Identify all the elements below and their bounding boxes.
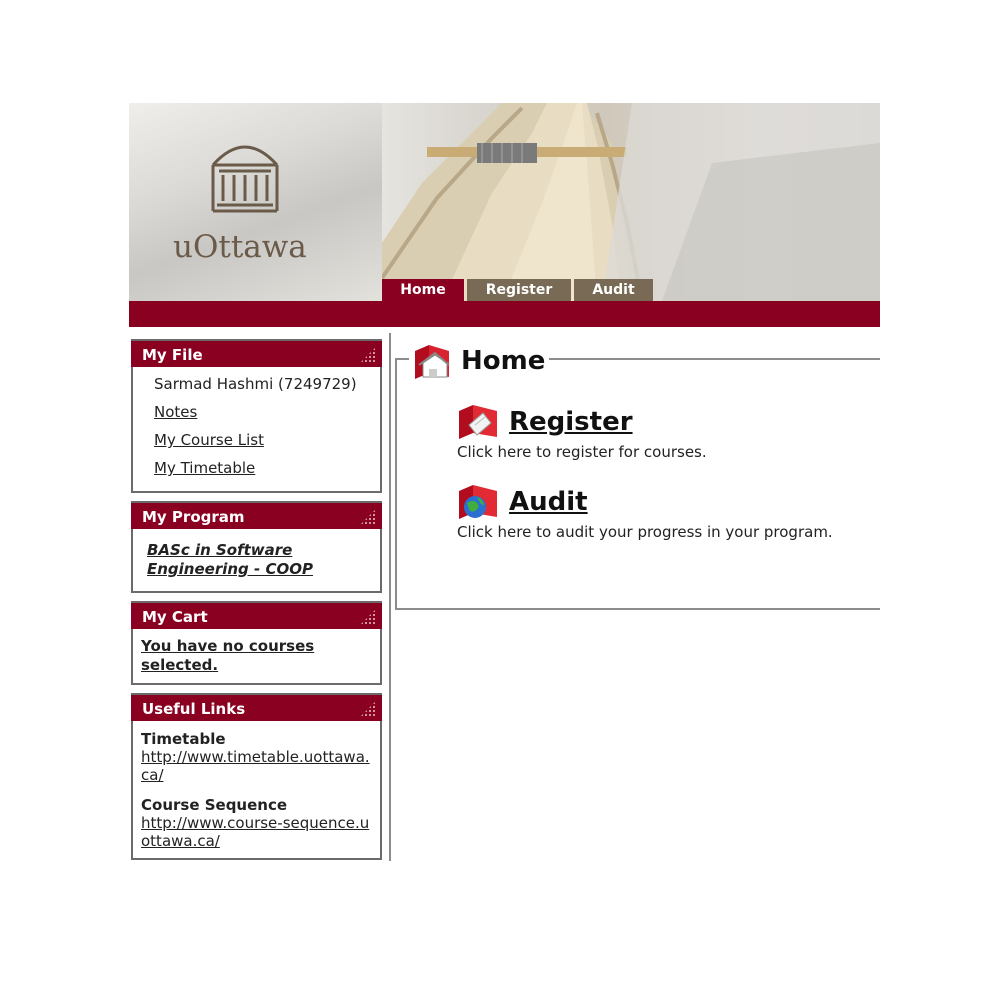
header-banner: uOttawa Home Register Audit [129, 103, 880, 301]
audit-link[interactable]: Audit [509, 487, 588, 517]
logo-building-icon [211, 145, 279, 213]
tab-home[interactable]: Home [382, 279, 464, 301]
page-title: Home [461, 346, 546, 376]
my-file-header: My File [131, 339, 382, 367]
useful-links-box: Useful Links Timetable http://www.timeta… [131, 693, 382, 860]
canoe-photo [382, 103, 880, 301]
program-link[interactable]: BASc in Software Engineering - COOP [147, 541, 370, 579]
folder-register-icon[interactable] [457, 403, 501, 441]
my-program-header: My Program [131, 501, 382, 529]
home-folder-icon [415, 345, 450, 379]
register-item: Register Click here to register for cour… [457, 403, 707, 461]
cart-empty-message[interactable]: You have no courses selected. [141, 637, 372, 675]
my-cart-body: You have no courses selected. [133, 629, 380, 683]
my-course-list-link[interactable]: My Course List [154, 431, 264, 449]
resize-grip-icon [360, 609, 376, 625]
audit-item: Audit Click here to audit your progress … [457, 483, 833, 541]
sidebar: My File Sarmad Hashmi (7249729) Notes My… [131, 339, 382, 868]
timetable-label: Timetable [141, 730, 226, 748]
my-file-title: My File [142, 346, 203, 364]
logo-text: uOttawa [173, 229, 307, 265]
main-panel: Home Register Click here to register for… [395, 341, 880, 610]
audit-description: Click here to audit your progress in you… [457, 523, 833, 541]
my-file-body: Sarmad Hashmi (7249729) Notes My Course … [133, 367, 380, 491]
my-timetable-link[interactable]: My Timetable [154, 459, 255, 477]
useful-links-body: Timetable http://www.timetable.uottawa.c… [133, 721, 380, 858]
my-cart-header: My Cart [131, 601, 382, 629]
user-name: Sarmad Hashmi (7249729) [154, 375, 357, 393]
my-cart-title: My Cart [142, 608, 208, 626]
tab-register[interactable]: Register [467, 279, 571, 301]
header-red-bar [129, 301, 880, 327]
my-program-box: My Program BASc in Software Engineering … [131, 501, 382, 593]
my-file-box: My File Sarmad Hashmi (7249729) Notes My… [131, 339, 382, 493]
register-link[interactable]: Register [509, 407, 633, 437]
tab-audit[interactable]: Audit [574, 279, 653, 301]
my-program-body: BASc in Software Engineering - COOP [133, 529, 380, 591]
notes-link[interactable]: Notes [154, 403, 197, 421]
main-tabs: Home Register Audit [382, 279, 653, 301]
resize-grip-icon [360, 347, 376, 363]
folder-globe-icon[interactable] [457, 483, 501, 521]
resize-grip-icon [360, 509, 376, 525]
my-cart-box: My Cart You have no courses selected. [131, 601, 382, 685]
course-sequence-url-link[interactable]: http://www.course-sequence.uottawa.ca/ [141, 814, 372, 850]
register-description: Click here to register for courses. [457, 443, 707, 461]
my-program-title: My Program [142, 508, 245, 526]
useful-links-title: Useful Links [142, 700, 246, 718]
home-legend: Home [409, 341, 550, 381]
useful-links-header: Useful Links [131, 693, 382, 721]
page-frame: uOttawa Home Register Audit My File Sarm… [129, 103, 880, 867]
timetable-url-link[interactable]: http://www.timetable.uottawa.ca/ [141, 748, 372, 784]
course-sequence-label: Course Sequence [141, 796, 288, 814]
column-divider [389, 333, 391, 861]
resize-grip-icon [360, 701, 376, 717]
content-area: My File Sarmad Hashmi (7249729) Notes My… [129, 327, 880, 867]
